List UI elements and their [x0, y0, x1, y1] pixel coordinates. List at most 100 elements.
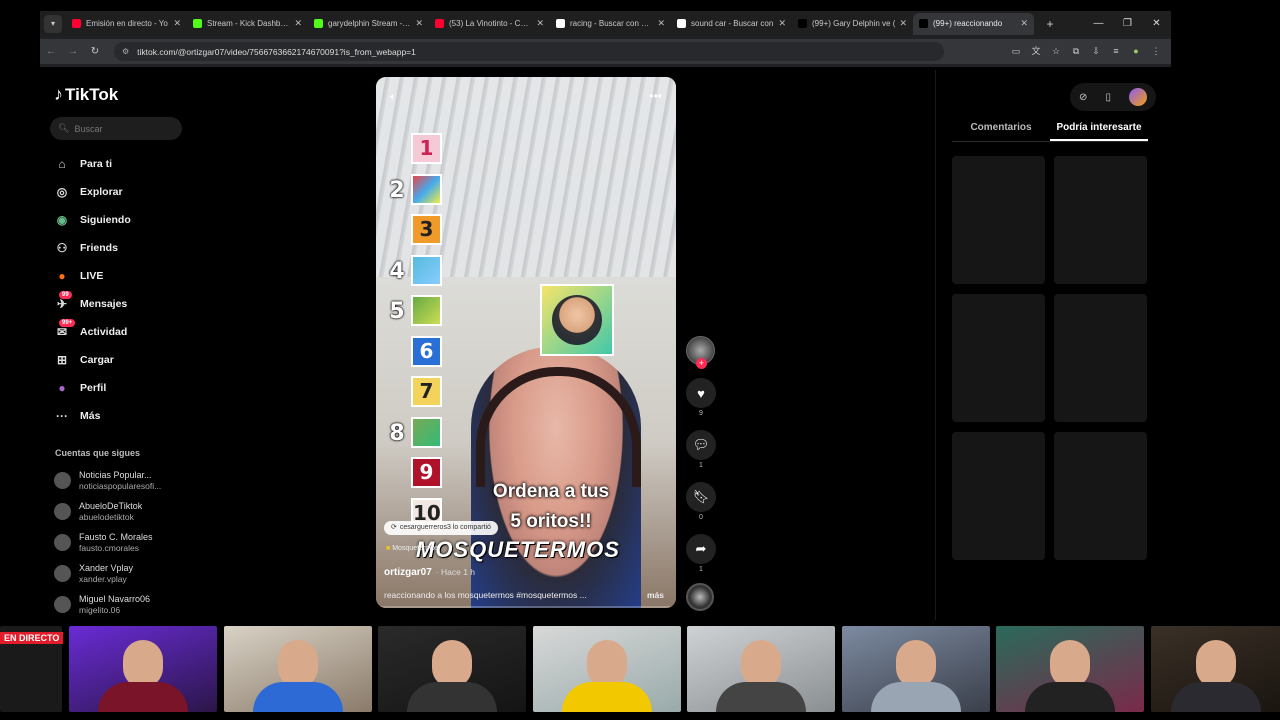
bookmark-icon[interactable]: 🔖︎ [686, 482, 716, 512]
avatar [54, 503, 71, 520]
rank-number-box: 6 [411, 335, 442, 367]
tab-search-icon[interactable]: ▾ [44, 14, 62, 33]
music-disc-icon[interactable] [686, 583, 714, 611]
sidebar-item[interactable]: ● LIVE [53, 262, 183, 290]
rank-number-box: 7 [411, 376, 442, 407]
shared-by-pill[interactable]: ⟳ cesarguerreros3 lo compartió [384, 521, 498, 535]
share-icon[interactable]: ➦ [686, 534, 716, 564]
site-info-icon[interactable]: ⚙ [122, 47, 129, 56]
sidebar-item[interactable]: ⚇ Friends [53, 234, 183, 262]
following-account[interactable]: Noticias Popular... noticiaspopularesofi.… [54, 465, 184, 496]
streamer-cam [841, 626, 990, 712]
reload-icon[interactable]: ↻ [84, 46, 106, 57]
more-description-link[interactable]: más [647, 590, 664, 600]
following-account[interactable]: Miguel Navarro06 migelito.06 [54, 589, 184, 620]
tiktok-logo[interactable]: ♪ TikTok [54, 84, 118, 105]
browser-tab[interactable]: sound car - Buscar con ✕ [671, 13, 792, 35]
browser-tab[interactable]: racing - Buscar con Goo ✕ [550, 13, 671, 35]
follow-plus-icon[interactable]: + [696, 358, 707, 369]
bookmark-star-icon[interactable]: ☆ [1049, 43, 1063, 59]
account-name: Noticias Popular... [79, 469, 152, 480]
sidebar-item[interactable]: ● Perfil [53, 374, 183, 402]
forward-icon[interactable]: → [62, 46, 84, 57]
video-author[interactable]: ortizgar07 · Hace 1 h [384, 567, 475, 578]
new-tab-button[interactable]: + [1040, 17, 1060, 31]
effect-label[interactable]: ■ Mosquetermos [386, 545, 438, 552]
close-tab-icon[interactable]: ✕ [1020, 18, 1028, 29]
recommended-video-tile[interactable] [952, 294, 1045, 422]
coin-icon[interactable]: ⊘ [1079, 92, 1087, 103]
device-icon[interactable]: ▯ [1105, 92, 1111, 103]
sidebar-item[interactable]: ✉ 99+ Actividad [53, 318, 183, 346]
avatar [54, 472, 71, 489]
recommended-video-tile[interactable] [1054, 156, 1147, 284]
comment-icon[interactable]: 💬︎ [686, 430, 716, 460]
following-account[interactable]: Xander Vplay xander.vplay [54, 558, 184, 589]
address-bar[interactable]: ⚙ tiktok.com/@ortizgar07/video/756676366… [114, 42, 944, 61]
rank-row: 3 [386, 210, 446, 251]
recommended-video-tile[interactable] [952, 156, 1045, 284]
minimize-icon[interactable]: — [1084, 11, 1113, 36]
translate-icon[interactable]: 文 [1029, 43, 1043, 59]
browser-tab[interactable]: (53) La Vinotinto - Caran ✕ [429, 13, 550, 35]
close-window-icon[interactable]: ✕ [1142, 11, 1171, 36]
browser-tab[interactable]: garydelphin Stream - W ✕ [308, 13, 429, 35]
menu-icon[interactable]: ⋮ [1149, 43, 1163, 59]
heart-icon[interactable]: ♥ [686, 378, 716, 408]
recommended-video-tile[interactable] [1054, 432, 1147, 560]
rank-row: 2 [386, 170, 446, 211]
author-avatar[interactable]: + [686, 336, 715, 369]
tiktok-icon [919, 19, 928, 28]
author-name[interactable]: ortizgar07 [384, 567, 432, 578]
video-player[interactable]: 🔈︎ ••• 1 2 3 4 5 6 7 8 9 10 Ordena a tus 5 oritos… [376, 77, 676, 608]
close-tab-icon[interactable]: ✕ [536, 18, 544, 29]
tab-comments[interactable]: Comentarios [952, 118, 1050, 141]
browser-tab[interactable]: Emisión en directo - Yo ✕ [66, 13, 187, 35]
notification-badge: 99 [59, 291, 72, 299]
search-input[interactable] [74, 123, 165, 134]
volume-icon[interactable]: 🔈︎ [390, 91, 397, 104]
sidebar-item[interactable]: ⌂ Para ti [53, 150, 183, 178]
cast-icon[interactable]: ▭ [1009, 43, 1023, 59]
recommended-video-tile[interactable] [1054, 294, 1147, 422]
following-list: Noticias Popular... noticiaspopularesofi.… [54, 465, 184, 620]
profile-icon[interactable]: ● [1129, 43, 1143, 59]
streamer-cam [223, 626, 372, 712]
action-button[interactable]: ♥ 9 [686, 378, 716, 417]
sticker-face [552, 295, 602, 345]
video-watermark: MOSQUETERMOS [416, 537, 620, 562]
close-tab-icon[interactable]: ✕ [415, 18, 423, 29]
close-tab-icon[interactable]: ✕ [778, 18, 786, 29]
following-account[interactable]: AbueloDeTiktok abuelodetiktok [54, 496, 184, 527]
sidebar-item[interactable]: ··· Más [53, 402, 183, 430]
back-icon[interactable]: ← [40, 46, 62, 57]
close-tab-icon[interactable]: ✕ [657, 18, 665, 29]
restore-icon[interactable]: ❐ [1113, 11, 1142, 36]
following-account[interactable]: Fausto C. Morales fausto.cmorales [54, 527, 184, 558]
sidebar-item[interactable]: ⊞ Cargar [53, 346, 183, 374]
close-tab-icon[interactable]: ✕ [294, 18, 302, 29]
search-box[interactable]: 🔍︎ [50, 117, 182, 140]
video-progress[interactable] [376, 606, 676, 608]
sidebar-item[interactable]: ◉ Siguiendo [53, 206, 183, 234]
tiktok-icon [798, 19, 807, 28]
action-button[interactable]: 💬︎ 1 [686, 430, 716, 469]
avatar [54, 596, 71, 613]
action-button[interactable]: ➦ 1 [686, 534, 716, 573]
browser-tab[interactable]: (99+) Gary Delphin ve (✕ [792, 13, 913, 35]
close-tab-icon[interactable]: ✕ [173, 18, 181, 29]
reading-icon[interactable]: ≡ [1109, 43, 1123, 59]
action-button[interactable]: 🔖︎ 0 [686, 482, 716, 521]
browser-tab[interactable]: (99+) reaccionando ✕ [913, 12, 1034, 35]
extensions-icon[interactable]: ⧉ [1069, 43, 1083, 59]
close-tab-icon[interactable]: ✕ [899, 18, 907, 29]
recommended-video-tile[interactable] [952, 432, 1045, 560]
sidebar-item[interactable]: ◎ Explorar [53, 178, 183, 206]
sidebar-item[interactable]: ✈ 99 Mensajes [53, 290, 183, 318]
tab-recommended[interactable]: Podría interesarte [1050, 118, 1148, 141]
browser-tab[interactable]: Stream - Kick Dashboard ✕ [187, 13, 308, 35]
download-icon[interactable]: ⇩ [1089, 43, 1103, 59]
toolbar-icons: ▭ 文 ☆ ⧉ ⇩ ≡ ● ⋮ [1009, 43, 1163, 59]
more-options-icon[interactable]: ••• [649, 89, 662, 103]
user-avatar[interactable] [1128, 88, 1147, 106]
